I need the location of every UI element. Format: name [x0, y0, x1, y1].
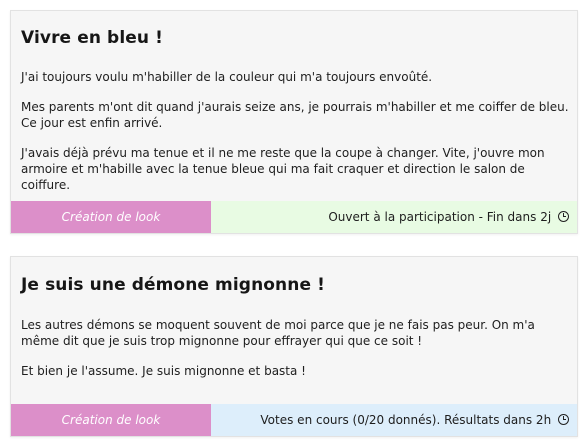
- description-paragraph: Et bien je l'assume. Je suis mignonne et…: [21, 364, 306, 378]
- status-text: Ouvert à la participation - Fin dans 2j: [328, 210, 552, 224]
- description-paragraph: Les autres démons se moquent souvent de …: [21, 318, 535, 348]
- challenge-footer: Création de look Ouvert à la participati…: [11, 201, 577, 233]
- challenge-title[interactable]: Vivre en bleu !: [21, 28, 163, 48]
- category-tag[interactable]: Création de look: [11, 404, 211, 436]
- clock-icon: [558, 211, 569, 222]
- challenge-description: J'ai toujours voulu m'habiller de la cou…: [21, 69, 573, 207]
- challenge-card: Je suis une démone mignonne ! Les autres…: [10, 256, 578, 437]
- status-bar: Votes en cours (0/20 donnés). Résultats …: [211, 404, 577, 436]
- status-text: Votes en cours (0/20 donnés). Résultats …: [260, 413, 552, 427]
- clock-icon: [558, 414, 569, 425]
- challenge-card: Vivre en bleu ! J'ai toujours voulu m'ha…: [10, 10, 578, 234]
- description-paragraph: Mes parents m'ont dit quand j'aurais sei…: [21, 100, 569, 130]
- challenge-description: Les autres démons se moquent souvent de …: [21, 317, 573, 393]
- description-paragraph: J'avais déjà prévu ma tenue et il ne me …: [21, 146, 545, 192]
- description-paragraph: J'ai toujours voulu m'habiller de la cou…: [21, 70, 433, 84]
- challenge-title[interactable]: Je suis une démone mignonne !: [21, 275, 325, 295]
- category-tag[interactable]: Création de look: [11, 201, 211, 233]
- challenge-footer: Création de look Votes en cours (0/20 do…: [11, 404, 577, 436]
- status-bar: Ouvert à la participation - Fin dans 2j: [211, 201, 577, 233]
